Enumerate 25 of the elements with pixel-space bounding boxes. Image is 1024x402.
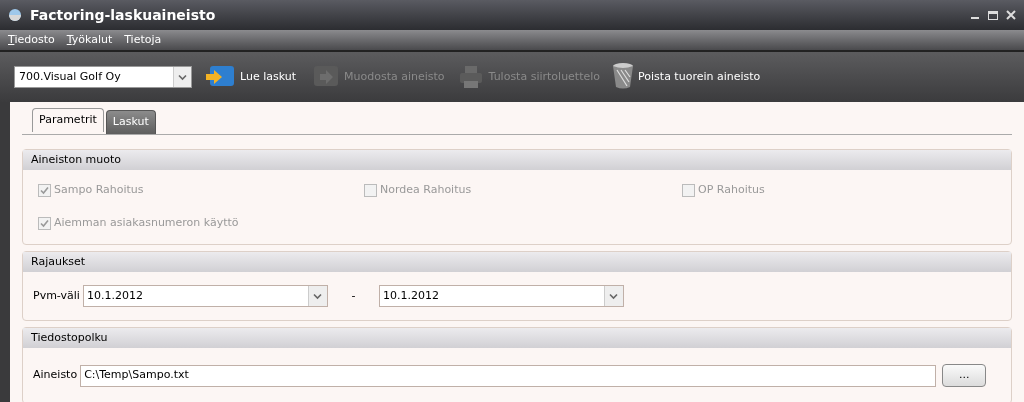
toolbar-button[interactable]: Lue laskut — [204, 64, 296, 90]
browse-button[interactable]: ... — [942, 364, 987, 387]
date-dropdown[interactable]: 10.1.2012 — [378, 285, 624, 307]
chevron-down-icon — [178, 73, 187, 81]
date-dropdown[interactable]: 10.1.2012 — [82, 285, 328, 307]
group-title: Aineiston muoto — [31, 151, 122, 168]
menu-item[interactable]: Tietoja — [124, 31, 162, 49]
menu-item[interactable]: Työkalut — [66, 31, 113, 49]
app-icon — [8, 8, 22, 22]
chevron-down-icon — [313, 292, 323, 300]
maximize-icon[interactable] — [988, 10, 998, 20]
chevron-down-icon — [609, 292, 619, 300]
path-field[interactable]: C:\Temp\Sampo.txt — [80, 364, 937, 387]
field-label: Aineisto — [33, 367, 78, 384]
tab[interactable]: Laskut — [105, 110, 156, 134]
group-title: Rajaukset — [31, 253, 86, 270]
company-dropdown[interactable]: 700.Visual Golf Oy — [14, 66, 192, 88]
toolbar-button[interactable]: Poista tuorein aineisto — [612, 62, 761, 92]
field-label: Pvm-väli — [33, 287, 80, 304]
close-icon[interactable] — [1006, 10, 1016, 20]
menu-item[interactable]: Tiedosto — [8, 31, 55, 49]
group-title: Tiedostopolku — [31, 329, 108, 346]
window-title: Factoring-laskuaineisto — [30, 5, 216, 25]
range-separator: - — [350, 287, 357, 304]
tab[interactable]: Parametrit — [32, 108, 104, 132]
